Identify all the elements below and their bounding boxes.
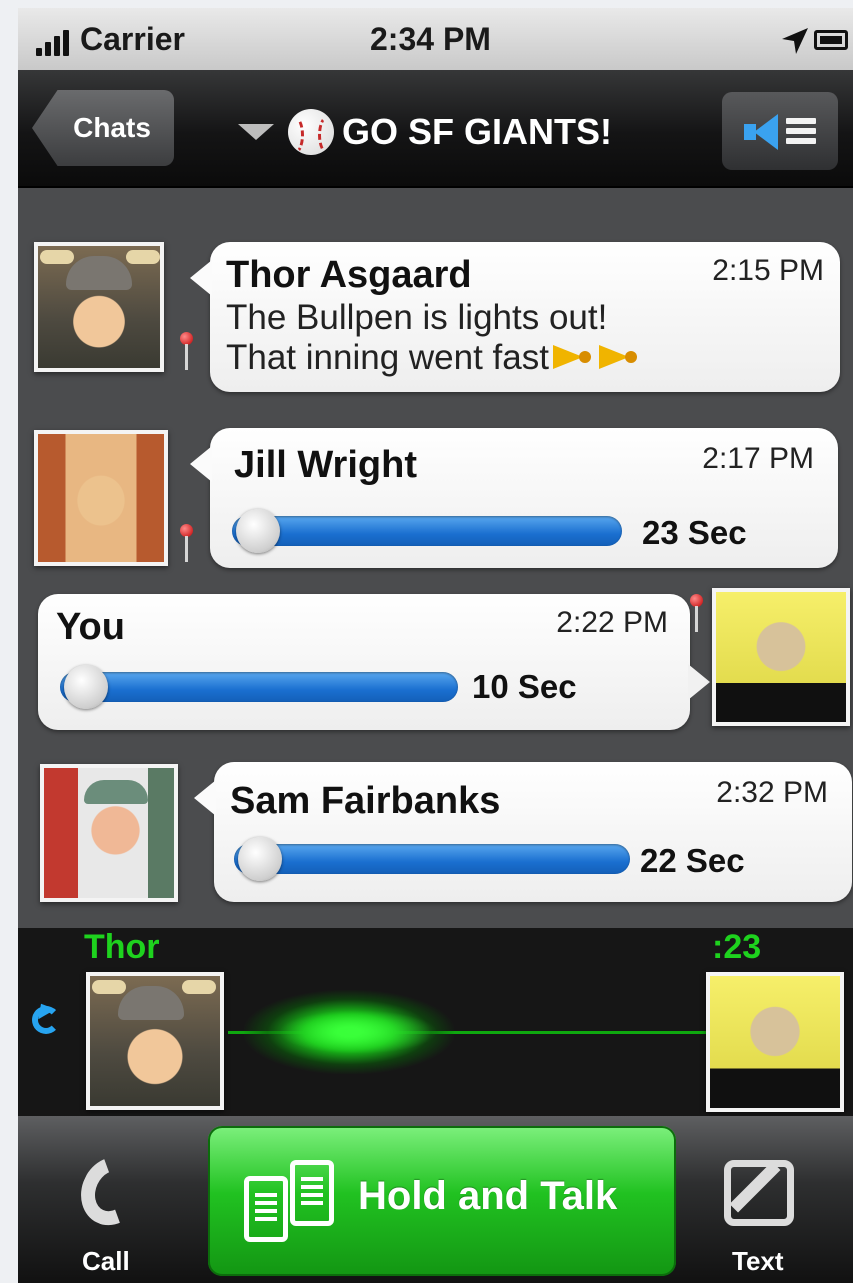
phone-screen: Carrier 2:34 PM Chats GO SF GIANTS! Thor… [18,8,853,1283]
megaphone-icon [599,339,641,373]
battery-icon [814,30,848,50]
signal-icon [36,28,78,56]
baseball-icon [288,109,334,155]
hold-and-talk-button[interactable]: Hold and Talk [208,1126,676,1276]
avatar-jill[interactable] [34,430,168,566]
chat-title-dropdown[interactable]: GO SF GIANTS! [238,108,612,156]
current-speaker-name: Thor [84,928,160,966]
location-pin-icon [690,594,704,634]
slider-knob[interactable] [238,837,282,881]
speaker-icon [744,114,784,150]
chat-title: GO SF GIANTS! [342,111,612,152]
message-bubble[interactable]: Sam Fairbanks 2:32 PM 22 Sec [194,762,852,902]
sender-name: Sam Fairbanks [230,780,501,822]
location-arrow-icon [782,28,808,54]
megaphone-icon [553,339,595,373]
nav-bar: Chats GO SF GIANTS! [18,70,853,188]
call-tab[interactable]: Call [58,1136,188,1283]
status-bar: Carrier 2:34 PM [18,8,853,70]
live-talk-panel: Thor :23 [18,928,853,1116]
message-duration: 22 Sec [640,842,745,879]
message-feed[interactable]: Thor Asgaard 2:15 PM The Bullpen is ligh… [18,188,853,928]
avatar-you[interactable] [712,588,850,726]
message-bubble[interactable]: You 2:22 PM 10 Sec [38,594,710,730]
compose-icon [724,1160,794,1226]
message-time: 2:17 PM [702,442,814,475]
message-time: 2:15 PM [712,254,824,287]
location-pin-icon [180,524,194,564]
message-bubble[interactable]: Jill Wright 2:17 PM 23 Sec [190,428,838,568]
playback-slider[interactable] [232,516,622,546]
sender-name: You [56,606,125,648]
talk-counter: :23 [712,928,762,966]
sender-name: Jill Wright [234,444,417,486]
slider-knob[interactable] [64,665,108,709]
replay-icon[interactable] [32,1006,60,1034]
message-thor[interactable]: Thor Asgaard 2:15 PM The Bullpen is ligh… [18,188,853,392]
text-tab[interactable]: Text [698,1136,838,1283]
bottom-tab-bar: Call Hold and Talk Text [18,1116,853,1283]
message-bubble[interactable]: Thor Asgaard 2:15 PM The Bullpen is ligh… [190,242,840,392]
carrier-name: Carrier [80,21,185,57]
audio-waveform-glow [278,1010,438,1054]
message-you[interactable]: You 2:22 PM 10 Sec [18,588,853,738]
message-text: The Bullpen is lights out! That inning w… [226,298,641,378]
status-time: 2:34 PM [370,21,491,57]
message-sam[interactable]: Sam Fairbanks 2:32 PM 22 Sec [18,756,853,906]
message-time: 2:32 PM [716,776,828,809]
message-duration: 10 Sec [472,668,577,705]
avatar-sam[interactable] [40,764,178,902]
speaker-avatar-thor [86,972,224,1110]
location-pin-icon [180,332,194,372]
call-label: Call [82,1246,130,1276]
slider-knob[interactable] [236,509,280,553]
text-label: Text [732,1246,784,1276]
phone-icon [78,1156,158,1236]
message-time: 2:22 PM [556,606,668,639]
speaker-menu-button[interactable] [722,92,838,170]
sender-name: Thor Asgaard [226,254,472,296]
avatar-thor[interactable] [34,242,164,372]
chats-back-button[interactable]: Chats [32,90,174,166]
hold-and-talk-label: Hold and Talk [358,1174,618,1218]
message-duration: 23 Sec [642,514,747,551]
dropdown-arrow-icon [238,124,274,140]
listener-avatar-you [706,972,844,1112]
walkie-talkie-icon [244,1160,340,1246]
message-jill[interactable]: Jill Wright 2:17 PM 23 Sec [18,424,853,574]
playback-slider[interactable] [60,672,458,702]
playback-slider[interactable] [234,844,630,874]
menu-icon [786,118,816,146]
